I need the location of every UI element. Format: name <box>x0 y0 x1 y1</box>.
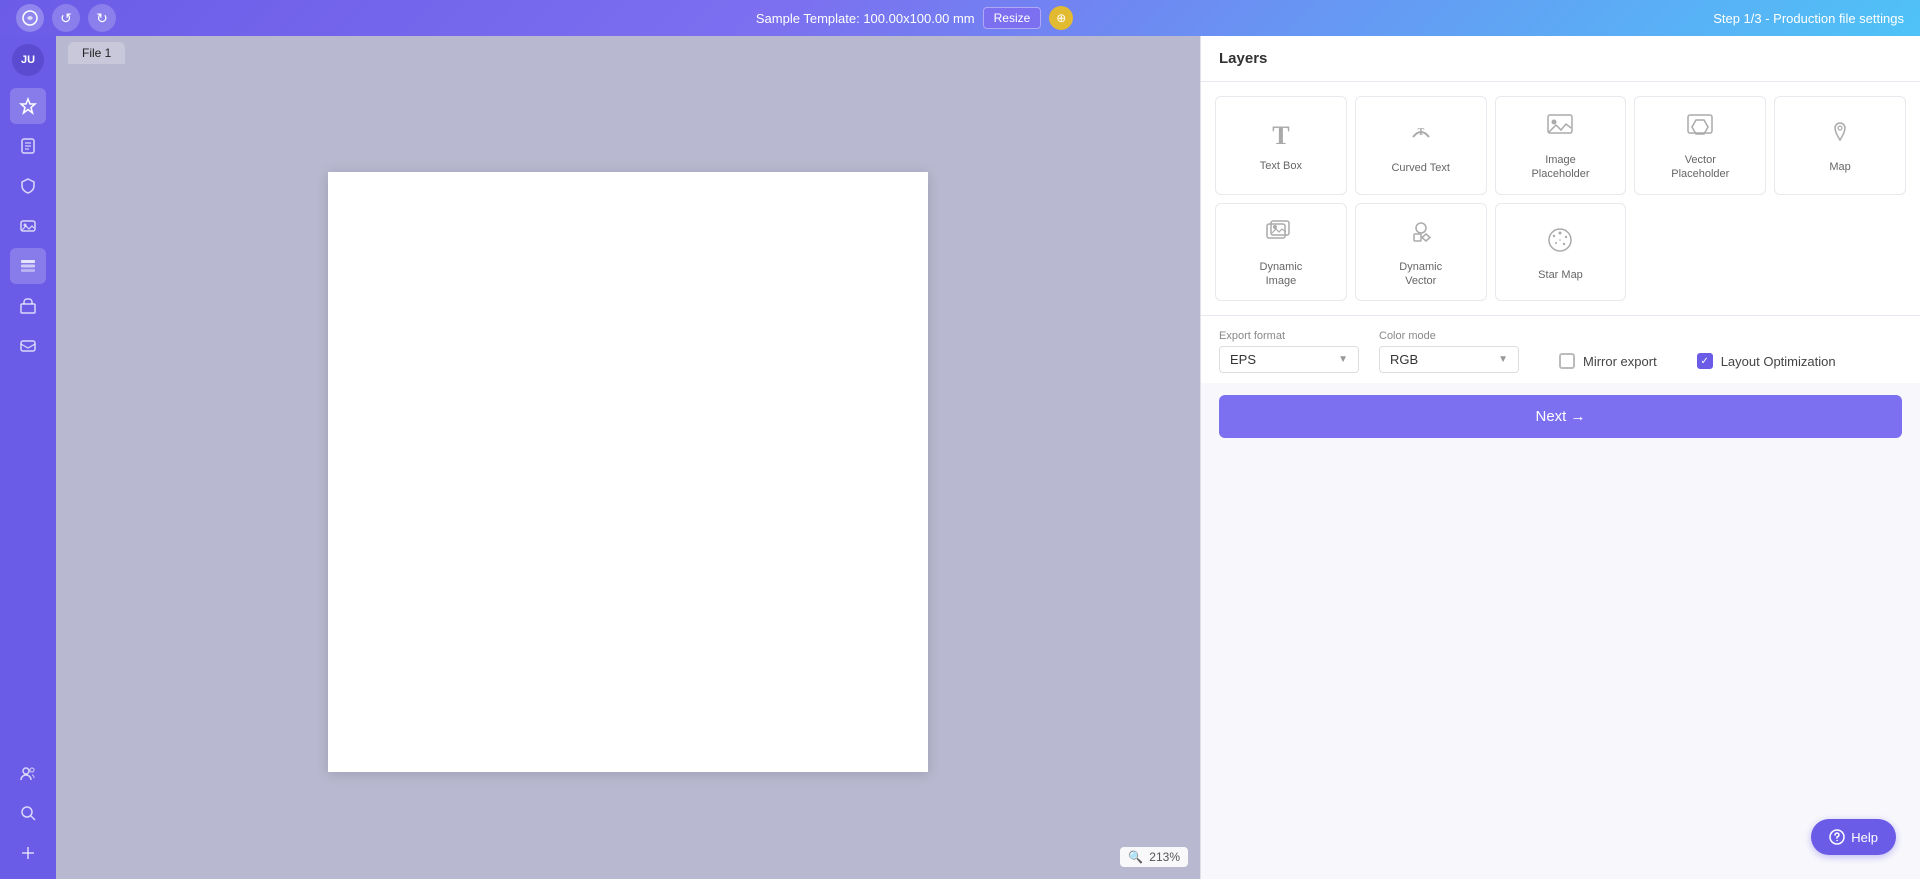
export-row: Export format EPS ▼ Color mode RGB ▼ Mir… <box>1201 316 1920 383</box>
help-button[interactable]: Help <box>1811 819 1896 855</box>
layer-item-text-box[interactable]: T Text Box <box>1215 96 1347 195</box>
layout-optimization-label: Layout Optimization <box>1721 354 1836 369</box>
zoom-level: 213% <box>1149 850 1180 864</box>
sidebar-item-image[interactable] <box>10 208 46 244</box>
dynamic-vector-label: DynamicVector <box>1399 260 1442 289</box>
canvas-page <box>328 172 928 772</box>
layer-item-dynamic-image[interactable]: DynamicImage <box>1215 203 1347 302</box>
curved-text-icon: T <box>1407 119 1435 153</box>
layer-item-image-placeholder[interactable]: ImagePlaceholder <box>1495 96 1627 195</box>
canvas-wrapper: 🔍 213% <box>56 64 1200 879</box>
zoom-indicator: 🔍 213% <box>1120 847 1188 867</box>
export-format-label: Export format <box>1219 330 1359 342</box>
top-bar-left: ↺ ↻ <box>16 4 116 32</box>
app-logo <box>16 4 44 32</box>
main-layout: JU <box>0 36 1920 879</box>
map-icon <box>1827 120 1853 152</box>
redo-button[interactable]: ↻ <box>88 4 116 32</box>
user-avatar[interactable]: JU <box>12 44 44 76</box>
text-box-label: Text Box <box>1260 159 1302 173</box>
sidebar-item-layers[interactable] <box>10 248 46 284</box>
color-mode-select[interactable]: RGB ▼ <box>1379 346 1519 373</box>
color-mode-value: RGB <box>1390 352 1418 367</box>
svg-text:T: T <box>1417 127 1424 138</box>
image-placeholder-icon <box>1546 113 1574 145</box>
zoom-icon: 🔍 <box>1128 850 1143 864</box>
dynamic-image-icon <box>1266 220 1296 252</box>
mirror-export-checkbox[interactable] <box>1559 353 1575 369</box>
star-map-label: Star Map <box>1538 268 1583 282</box>
canvas-tab-file1[interactable]: File 1 <box>68 42 125 64</box>
sidebar-item-search[interactable] <box>10 795 46 831</box>
step-label: Step 1/3 - Production file settings <box>1713 11 1904 26</box>
mirror-export-label: Mirror export <box>1583 354 1657 369</box>
curved-text-label: Curved Text <box>1391 161 1450 175</box>
star-map-icon <box>1546 226 1574 260</box>
export-format-select[interactable]: EPS ▼ <box>1219 346 1359 373</box>
cursor-indicator: ⊕ <box>1049 6 1073 30</box>
top-bar-center: Sample Template: 100.00x100.00 mm Resize… <box>756 6 1073 30</box>
export-format-group: Export format EPS ▼ <box>1219 330 1359 373</box>
sidebar-item-mail[interactable] <box>10 328 46 364</box>
resize-button[interactable]: Resize <box>983 7 1042 29</box>
help-label: Help <box>1851 830 1878 845</box>
canvas-tab-bar: File 1 <box>56 36 1200 64</box>
layer-item-star-map[interactable]: Star Map <box>1495 203 1627 302</box>
layout-optimization-checkbox[interactable]: ✓ <box>1697 353 1713 369</box>
layers-header: Layers <box>1201 36 1920 82</box>
export-format-arrow: ▼ <box>1338 354 1348 365</box>
sidebar-item-users[interactable] <box>10 755 46 791</box>
layer-items-grid: T Text Box T Curved Text <box>1201 82 1920 316</box>
export-format-value: EPS <box>1230 352 1256 367</box>
sidebar-item-store[interactable] <box>10 288 46 324</box>
sidebar-item-document[interactable] <box>10 128 46 164</box>
sidebar-item-launch[interactable] <box>10 88 46 124</box>
undo-button[interactable]: ↺ <box>52 4 80 32</box>
sidebar-item-product[interactable] <box>10 168 46 204</box>
color-mode-arrow: ▼ <box>1498 354 1508 365</box>
text-box-icon: T <box>1272 121 1289 151</box>
dynamic-image-label: DynamicImage <box>1260 260 1303 289</box>
top-bar: ↺ ↻ Sample Template: 100.00x100.00 mm Re… <box>0 0 1920 36</box>
color-mode-label: Color mode <box>1379 330 1519 342</box>
template-title: Sample Template: 100.00x100.00 mm <box>756 11 975 26</box>
color-mode-group: Color mode RGB ▼ <box>1379 330 1519 373</box>
canvas-area: File 1 🔍 213% <box>56 36 1200 879</box>
mirror-export-group: Mirror export <box>1559 353 1657 373</box>
image-placeholder-label: ImagePlaceholder <box>1531 153 1589 182</box>
layer-item-vector-placeholder[interactable]: VectorPlaceholder <box>1634 96 1766 195</box>
dynamic-vector-icon <box>1406 220 1436 252</box>
layer-item-dynamic-vector[interactable]: DynamicVector <box>1355 203 1487 302</box>
left-sidebar: JU <box>0 36 56 879</box>
vector-placeholder-label: VectorPlaceholder <box>1671 153 1729 182</box>
layer-item-map[interactable]: Map <box>1774 96 1906 195</box>
vector-placeholder-icon <box>1686 113 1714 145</box>
map-label: Map <box>1829 160 1850 174</box>
layout-optimization-group: ✓ Layout Optimization <box>1697 353 1836 373</box>
layer-item-curved-text[interactable]: T Curved Text <box>1355 96 1487 195</box>
sidebar-item-add[interactable] <box>10 835 46 871</box>
next-button[interactable]: Next → <box>1219 395 1902 438</box>
right-panel: Layers T Text Box T Curved Text <box>1200 36 1920 879</box>
